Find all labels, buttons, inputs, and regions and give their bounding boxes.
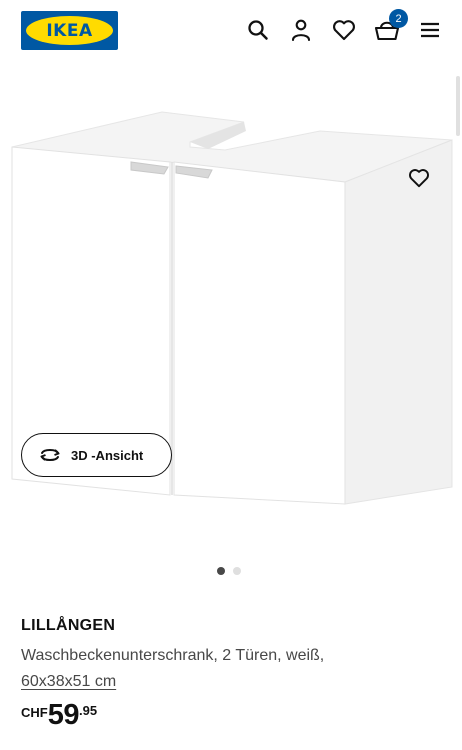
pagination-dot-active[interactable] [217, 567, 225, 575]
product-price: CHF 59 .95 [21, 700, 97, 730]
product-description: Waschbeckenunterschrank, 2 Türen, weiß, [21, 647, 325, 664]
price-integer: 59 [47, 699, 80, 731]
view-3d-button[interactable]: 3D -Ansicht [21, 433, 172, 477]
ikea-logo[interactable]: IKEA [21, 11, 118, 50]
product-description-block: Waschbeckenunterschrank, 2 Türen, weiß, … [21, 643, 441, 695]
view-3d-label: 3D -Ansicht [71, 447, 144, 463]
logo-text: IKEA [46, 20, 93, 41]
search-icon[interactable] [244, 16, 272, 44]
product-image [11, 111, 453, 505]
app-header: IKEA 2 [0, 0, 462, 64]
heart-icon [409, 169, 429, 188]
price-currency: CHF [21, 705, 48, 720]
save-favourite-button[interactable] [404, 164, 434, 192]
pagination-dot[interactable] [233, 567, 241, 575]
scrollbar[interactable] [456, 76, 460, 136]
product-gallery[interactable] [0, 64, 462, 594]
gallery-pagination [217, 567, 241, 575]
logo-oval: IKEA [26, 16, 113, 45]
account-icon[interactable] [287, 16, 315, 44]
favourites-icon[interactable] [330, 16, 358, 44]
product-name: LILLÅNGEN [21, 617, 116, 634]
product-measurement-link[interactable]: 60x38x51 cm [21, 673, 116, 690]
rotate-3d-icon [40, 449, 60, 461]
menu-icon[interactable] [416, 16, 444, 44]
cart-count-badge: 2 [389, 9, 408, 28]
price-decimal: .95 [78, 703, 98, 718]
